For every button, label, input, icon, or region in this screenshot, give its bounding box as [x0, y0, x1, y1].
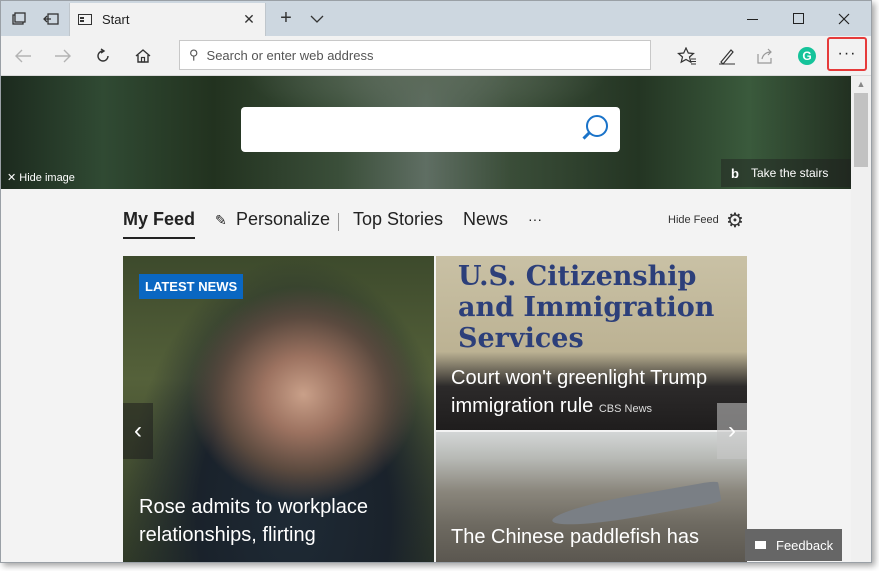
- hero-background-image: ✕ Hide image b Take the stairs: [1, 76, 851, 189]
- gear-icon[interactable]: ⚙: [726, 208, 744, 233]
- favorites-star-icon[interactable]: [667, 36, 707, 76]
- card-image-sign-text: U.S. Citizenship and Immigration Service…: [458, 261, 715, 354]
- pen-notes-icon[interactable]: [707, 36, 747, 76]
- scroll-up-arrow-icon[interactable]: ▲: [851, 76, 871, 92]
- hide-image-link[interactable]: ✕ Hide image: [7, 171, 75, 184]
- maximize-icon[interactable]: [775, 1, 821, 36]
- vertical-scrollbar[interactable]: ▲: [851, 76, 871, 562]
- active-tab-underline: [123, 237, 195, 239]
- tab-start[interactable]: Start ✕: [69, 3, 266, 36]
- paddlefish-image: [550, 480, 722, 532]
- new-tab-icon[interactable]: +: [270, 1, 302, 36]
- title-bar: Start ✕ +: [1, 1, 871, 36]
- tab-close-icon[interactable]: ✕: [239, 11, 259, 28]
- bottom-card-headline[interactable]: The Chinese paddlefish has: [451, 526, 699, 549]
- navigation-bar: ⚲ Search or enter web address G ···: [1, 36, 871, 76]
- feed-more-icon[interactable]: ···: [528, 211, 542, 227]
- back-arrow-icon[interactable]: [3, 36, 43, 76]
- top-card-source: CBS News: [598, 403, 653, 415]
- latest-news-badge: LATEST NEWS: [139, 274, 244, 299]
- news-card-bottom[interactable]: The Chinese paddlefish has: [436, 432, 747, 562]
- hero-search-box[interactable]: [241, 107, 620, 152]
- forward-arrow-icon[interactable]: [43, 36, 83, 76]
- tab-title: Start: [102, 12, 130, 27]
- address-bar[interactable]: ⚲ Search or enter web address: [179, 40, 651, 70]
- image-caption-link[interactable]: b Take the stairs: [721, 159, 851, 187]
- start-page-icon: [78, 14, 92, 25]
- tab-list-chevron-icon[interactable]: [301, 1, 333, 36]
- bing-logo-icon: b: [731, 165, 739, 181]
- pencil-icon[interactable]: ✎: [215, 212, 227, 229]
- hide-image-label: Hide image: [19, 172, 75, 184]
- tab-preview-icon[interactable]: [3, 1, 35, 36]
- tab-news[interactable]: News: [463, 209, 508, 230]
- top-card-headline[interactable]: Court won't greenlight Trump immigration…: [451, 364, 743, 423]
- tab-my-feed[interactable]: My Feed: [123, 209, 195, 230]
- home-icon[interactable]: [123, 36, 163, 76]
- search-icon: ⚲: [189, 47, 199, 62]
- settings-and-more-button[interactable]: ···: [827, 37, 867, 71]
- address-placeholder: Search or enter web address: [206, 47, 374, 63]
- grammarly-extension-icon[interactable]: G: [798, 47, 816, 65]
- news-card-main[interactable]: LATEST NEWS Rose admits to workplace rel…: [123, 256, 434, 562]
- feed-navigation: My Feed ✎ Personalize Top Stories News ·…: [123, 209, 753, 239]
- feedback-icon: [755, 541, 766, 549]
- page-content: ✕ Hide image b Take the stairs My Feed ✎…: [1, 76, 851, 562]
- share-icon[interactable]: [745, 36, 785, 76]
- set-aside-tabs-icon[interactable]: [35, 1, 67, 36]
- refresh-icon[interactable]: [83, 36, 123, 76]
- tab-personalize[interactable]: Personalize: [236, 209, 330, 230]
- minimize-icon[interactable]: [729, 1, 775, 36]
- feed-nav-divider: [338, 213, 339, 231]
- hide-feed-link[interactable]: Hide Feed: [668, 214, 719, 226]
- news-card-top[interactable]: U.S. Citizenship and Immigration Service…: [436, 256, 747, 430]
- feedback-label: Feedback: [776, 537, 834, 553]
- carousel-next-chevron-icon[interactable]: ›: [717, 403, 747, 459]
- carousel-previous-chevron-icon[interactable]: ‹: [123, 403, 153, 459]
- close-icon[interactable]: [821, 1, 867, 36]
- search-magnifier-icon[interactable]: [586, 115, 608, 137]
- feedback-button[interactable]: Feedback: [745, 529, 842, 561]
- top-card-headline-text: Court won't greenlight Trump immigration…: [451, 367, 708, 417]
- scrollbar-thumb[interactable]: [854, 93, 868, 167]
- tab-top-stories[interactable]: Top Stories: [353, 209, 443, 230]
- edge-window: Start ✕ + ⚲ Search or enter web address …: [0, 0, 872, 563]
- main-headline[interactable]: Rose admits to workplace relationships, …: [139, 493, 399, 549]
- image-caption-label: Take the stairs: [750, 166, 829, 180]
